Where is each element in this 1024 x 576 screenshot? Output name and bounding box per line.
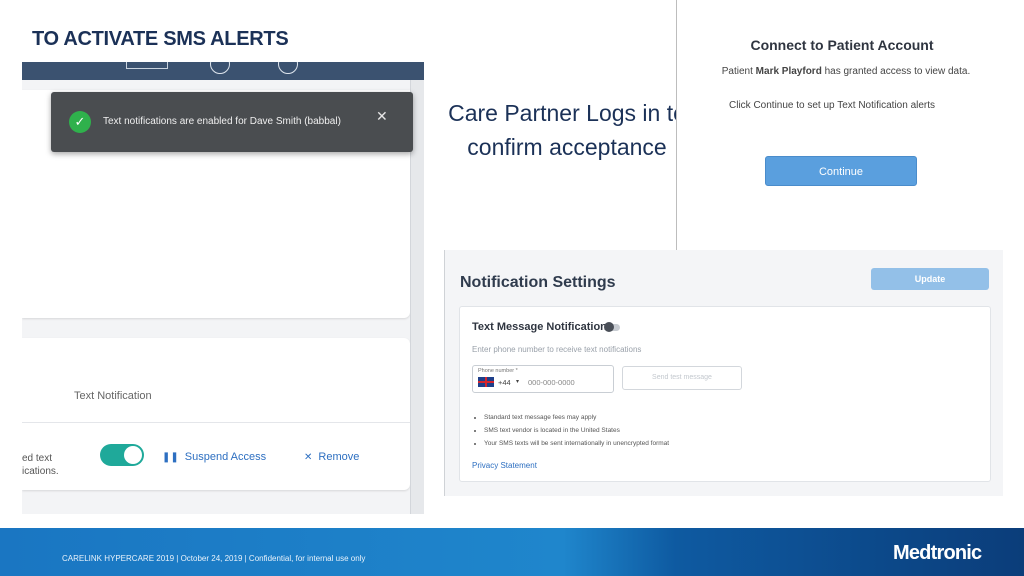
send-test-message-button[interactable]: Send test message — [622, 366, 742, 390]
caption-line-1: Care Partner Logs in to — [448, 100, 686, 126]
patient-name: Mark Playford — [755, 66, 822, 77]
footer-text: CARELINK HYPERCARE 2019 | October 24, 20… — [62, 554, 366, 563]
top-bar-help-icon[interactable] — [278, 62, 298, 74]
country-code[interactable]: +44 — [498, 378, 511, 387]
connect-title: Connect to Patient Account — [750, 37, 934, 53]
success-toast: ✓ Text notifications are enabled for Dav… — [51, 92, 413, 152]
app-top-bar — [22, 62, 424, 80]
list-item: SMS text vendor is located in the United… — [484, 424, 669, 437]
switch-knob — [604, 322, 614, 332]
slide-caption: Care Partner Logs in to confirm acceptan… — [432, 96, 702, 164]
chevron-down-icon[interactable]: ▾ — [516, 378, 519, 385]
privacy-statement-link[interactable]: Privacy Statement — [472, 461, 537, 470]
remove-link[interactable]: ✕ Remove — [304, 451, 359, 463]
text-message-title: Text Message Notification — [472, 321, 607, 333]
connect-screenshot: Connect to Patient Account Patient Mark … — [676, 0, 1024, 252]
sms-disclaimer-list: Standard text message fees may apply SMS… — [472, 411, 669, 450]
text-notification-column-header: Text Notification — [74, 390, 152, 402]
notification-settings-screenshot: Notification Settings Update Text Messag… — [444, 250, 1003, 496]
list-item: Standard text message fees may apply — [484, 411, 669, 424]
phone-number-field[interactable]: Phone number * +44 ▾ 000-000-0000 — [472, 365, 614, 393]
caption-line-2: confirm acceptance — [467, 134, 667, 160]
remove-label: Remove — [318, 451, 360, 463]
slide-title: TO ACTIVATE SMS ALERTS — [32, 28, 289, 50]
update-button[interactable]: Update — [871, 268, 989, 290]
phone-number-input[interactable]: 000-000-0000 — [528, 378, 575, 387]
notification-settings-title: Notification Settings — [460, 274, 616, 291]
text-message-card: Text Message Notification Enter phone nu… — [459, 306, 991, 482]
continue-button[interactable]: Continue — [765, 156, 917, 186]
close-icon: ✕ — [304, 452, 313, 463]
care-partner-list-card: Text Notification ed text ications. ❚❚ Su… — [22, 338, 410, 490]
text-message-subtitle: Enter phone number to receive text notif… — [472, 345, 642, 354]
top-bar-tab[interactable] — [126, 62, 168, 69]
truncated-description: ed text ications. — [22, 453, 59, 477]
pause-icon: ❚❚ — [162, 452, 179, 463]
list-item: Your SMS texts will be sent internationa… — [484, 437, 669, 450]
toggle-knob — [124, 446, 142, 464]
granted-access-text: Patient Mark Playford has granted access… — [721, 66, 971, 77]
suspend-access-link[interactable]: ❚❚ Suspend Access — [162, 451, 266, 463]
uk-flag-icon[interactable] — [478, 377, 494, 387]
suspend-access-label: Suspend Access — [184, 451, 267, 463]
continue-instruction: Click Continue to set up Text Notificati… — [729, 100, 936, 111]
toast-close-icon[interactable]: ✕ — [376, 108, 388, 125]
row-divider — [22, 422, 410, 423]
phone-number-label: Phone number * — [478, 368, 518, 374]
slide-footer: CARELINK HYPERCARE 2019 | October 24, 20… — [0, 528, 1024, 576]
text-notification-toggle[interactable] — [100, 444, 144, 466]
top-bar-icon-button[interactable] — [210, 62, 230, 74]
toast-message: Text notifications are enabled for Dave … — [103, 116, 341, 127]
text-message-switch[interactable] — [604, 322, 620, 332]
check-circle-icon: ✓ — [69, 111, 91, 133]
medtronic-logo: Medtronic — [893, 542, 982, 564]
